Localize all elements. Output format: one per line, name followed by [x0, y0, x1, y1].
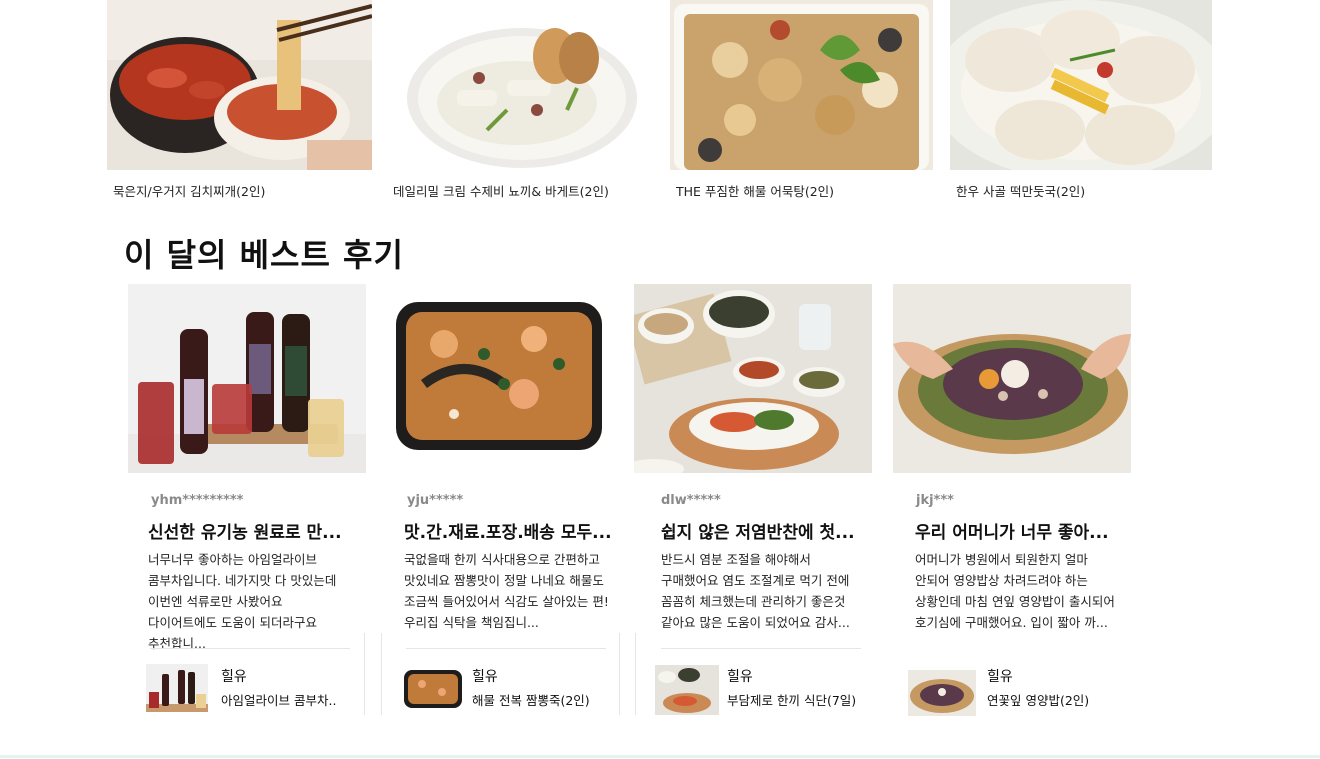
product-card[interactable]: 데일리밀 크림 수제비 뇨끼& 바게트(2인): [387, 0, 652, 200]
review-username: yju*****: [407, 493, 464, 508]
product-name[interactable]: 연꽃잎 영양밥(2인): [987, 690, 1089, 709]
review-body[interactable]: 반드시 염분 조절을 해야해서 구매했어요 염도 조절계로 먹기 전에 꼼꼼히 …: [661, 549, 866, 633]
divider: [635, 633, 636, 715]
divider: [150, 648, 350, 649]
section-title: 이 달의 베스트 후기: [124, 236, 404, 274]
product-thumbnail[interactable]: [402, 664, 464, 712]
product-thumbnail[interactable]: [146, 664, 208, 712]
product-thumbnail[interactable]: [908, 670, 976, 716]
product-image-dumpling-soup[interactable]: [950, 0, 1212, 170]
review-body[interactable]: 어머니가 병원에서 퇴원한지 얼마 안되어 영양밥상 차려드려야 하는 상황인데…: [915, 549, 1120, 633]
product-card[interactable]: 한우 사골 떡만둣국(2인): [950, 0, 1212, 200]
review-card[interactable]: yhm********* 신선한 유기농 원료로 만... 너무너무 좋아하는 …: [128, 284, 366, 720]
product-name[interactable]: 한우 사골 떡만둣국(2인): [956, 181, 1085, 200]
review-image-low-salt-meal[interactable]: [634, 284, 872, 473]
review-image-kombucha[interactable]: [128, 284, 366, 473]
review-title[interactable]: 신선한 유기농 원료로 만...: [148, 518, 342, 543]
product-name[interactable]: 묵은지/우거지 김치찌개(2인): [113, 181, 265, 200]
seller-name: 힐유: [987, 669, 1013, 685]
product-thumbnail[interactable]: [655, 665, 719, 715]
divider: [661, 648, 861, 649]
product-name[interactable]: 아임얼라이브 콤부차..: [221, 690, 336, 709]
seller-name: 힐유: [727, 669, 753, 685]
divider: [619, 633, 620, 715]
product-image-cream-sujebi[interactable]: [387, 0, 652, 170]
review-body[interactable]: 국없을때 한끼 식사대용으로 간편하고 맛있네요 짬뽕맛이 정말 나네요 해물도…: [404, 549, 609, 633]
divider: [381, 633, 382, 715]
product-image-fishcake-soup[interactable]: [670, 0, 933, 170]
review-image-lotus-rice[interactable]: [893, 284, 1131, 473]
review-card[interactable]: yju***** 맛.간.재료.포장.배송 모두... 국없을때 한끼 식사대용…: [384, 284, 622, 720]
divider: [406, 648, 606, 649]
product-name[interactable]: 부담제로 한끼 식단(7일): [727, 690, 856, 709]
seller-name: 힐유: [221, 669, 247, 685]
product-name[interactable]: THE 푸짐한 해물 어묵탕(2인): [676, 181, 834, 200]
review-username: yhm*********: [151, 493, 244, 508]
review-image-jjamppong-porridge[interactable]: [384, 284, 622, 473]
review-title[interactable]: 쉽지 않은 저염반찬에 첫...: [661, 518, 855, 543]
product-image-kimchi-stew[interactable]: [107, 0, 372, 170]
footer-divider: [0, 755, 1320, 758]
review-title[interactable]: 맛.간.재료.포장.배송 모두...: [404, 518, 612, 543]
seller-name: 힐유: [472, 669, 498, 685]
review-card[interactable]: jkj*** 우리 어머니가 너무 좋아... 어머니가 병원에서 퇴원한지 얼…: [893, 284, 1131, 720]
review-card[interactable]: dlw***** 쉽지 않은 저염반찬에 첫... 반드시 염분 조절을 해야해…: [634, 284, 872, 720]
review-username: dlw*****: [661, 493, 721, 508]
product-name[interactable]: 해물 전복 짬뽕죽(2인): [472, 690, 590, 709]
product-card[interactable]: 묵은지/우거지 김치찌개(2인): [107, 0, 372, 200]
review-title[interactable]: 우리 어머니가 너무 좋아...: [915, 518, 1109, 543]
review-username: jkj***: [916, 493, 954, 508]
product-card[interactable]: THE 푸짐한 해물 어묵탕(2인): [670, 0, 933, 200]
divider: [364, 633, 365, 715]
product-name[interactable]: 데일리밀 크림 수제비 뇨끼& 바게트(2인): [393, 181, 609, 200]
review-body[interactable]: 너무너무 좋아하는 아임얼라이브 콤부차입니다. 네가지맛 다 맛있는데 이번엔…: [148, 549, 353, 654]
